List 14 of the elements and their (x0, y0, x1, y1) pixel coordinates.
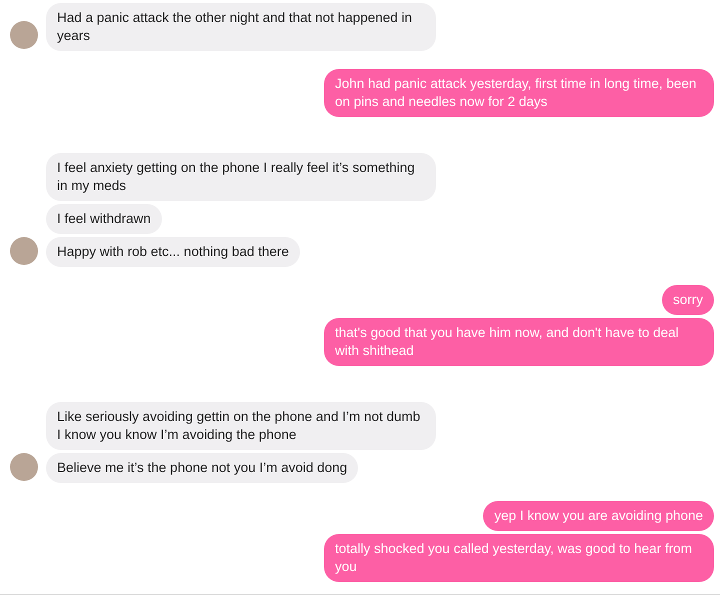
message-bubble: that's good that you have him now, and don't have to deal with shithead (324, 318, 714, 366)
message-bubble: Happy with rob etc... nothing bad there (46, 237, 300, 267)
avatar (10, 237, 38, 265)
message-bubble: totally shocked you called yesterday, was good to hear from you (324, 534, 714, 582)
message-bubble: I feel anxiety getting on the phone I really feel it’s something in my meds (46, 153, 436, 201)
message-bubble: yep I know you are avoiding phone (483, 501, 714, 531)
message-bubble: Had a panic attack the other night and that not happened in years (46, 3, 436, 51)
message-bubble: sorry (662, 285, 714, 315)
message-bubble: John had panic attack yesterday, first time in long time, been on pins and needles now for 2 days (324, 69, 714, 117)
message-bubble: Like seriously avoiding gettin on the phone and I’m not dumb I know you know I’m avoiding the phone (46, 402, 436, 450)
avatar (10, 21, 38, 49)
message-bubble: Believe me it’s the phone not you I’m avoid dong (46, 453, 358, 483)
avatar (10, 453, 38, 481)
message-bubble: I feel withdrawn (46, 204, 162, 234)
